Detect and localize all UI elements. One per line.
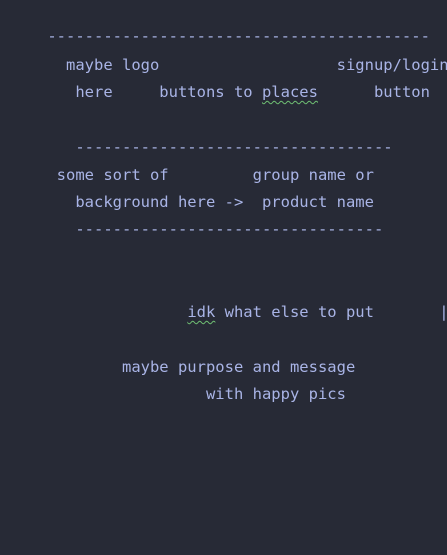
- editor-line: maybe logo signup/login|: [10, 32, 447, 74]
- editor-line: |: [10, 471, 447, 493]
- editor-line: maybe purpose and message |: [10, 334, 447, 376]
- editor-line: ----------------------------------------…: [10, 526, 447, 555]
- editor-line: here buttons to places button |: [10, 59, 447, 101]
- editor-line: |: [10, 251, 447, 273]
- editor-line: |: [10, 306, 447, 328]
- editor-line: background here -> product name |: [10, 169, 447, 211]
- editor-line: some sort of group name or |: [10, 142, 447, 184]
- editor-line: |: [10, 416, 447, 438]
- editor-line: ---------------------------------- |: [10, 114, 447, 156]
- editor-line: |: [10, 87, 447, 109]
- line-text: ----------------------------------------…: [47, 550, 447, 555]
- editor-line: idk what else to put |: [10, 279, 447, 321]
- editor-line: --------------------------------- |: [10, 196, 447, 238]
- editor-line: ----------------------------------------…: [10, 3, 430, 45]
- editor-line: with happy pics |: [10, 361, 447, 403]
- editor-line: |: [10, 498, 447, 520]
- code-editor[interactable]: ----------------------------------------…: [0, 0, 447, 555]
- editor-line: |: [10, 224, 447, 246]
- editor-line: |: [10, 389, 447, 411]
- editor-line: |: [10, 444, 447, 466]
